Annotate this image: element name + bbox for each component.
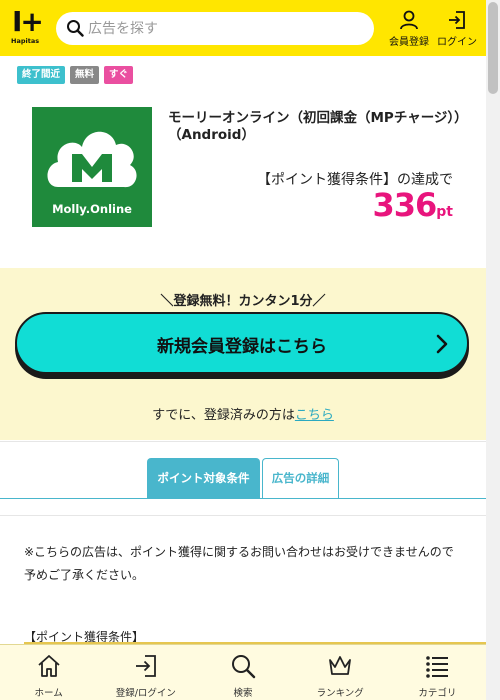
login-icon [135,655,156,677]
header-register-button[interactable]: 会員登録 [386,10,432,50]
header-login-button[interactable]: ログイン [434,10,480,50]
tab-ad-details[interactable]: 広告の詳細 [262,458,339,498]
login-link[interactable]: こちら [295,408,334,423]
offer-tags: 終了間近 無料 すぐ [17,66,134,84]
nav-category-label: カテゴリ [418,688,457,699]
register-section: ＼登録無料！カンタン1分／ 新規会員登録はこちら すでに、登録済みの方はこちら [0,268,486,440]
nav-ranking[interactable]: ランキング [292,645,389,700]
divider [0,515,486,516]
home-icon [37,655,60,677]
crown-icon [329,656,352,675]
molly-logo-icon: Molly.Online [32,107,152,227]
notice-text: ※こちらの広告は、ポイント獲得に関するお問い合わせはお受けできませんので予めご了… [24,545,454,582]
search-input[interactable] [88,16,358,41]
register-button[interactable]: 新規会員登録はこちら [15,312,469,374]
user-icon [400,10,418,30]
hapitas-logo[interactable]: I+ Hapitas [10,8,46,48]
tag-free: 無料 [70,66,100,84]
tab-underline [0,498,486,499]
nav-home-label: ホーム [34,688,63,699]
logo-wordmark: Hapitas [11,37,40,45]
search-icon [232,655,256,679]
scrollbar-thumb[interactable] [488,2,498,94]
register-lead: ＼登録無料！カンタン1分／ [160,294,326,309]
chevron-right-icon [436,334,448,354]
tag-ending-soon: 終了間近 [17,66,66,84]
points-value: 336 [372,186,437,224]
list-icon [426,656,449,678]
nav-home[interactable]: ホーム [0,645,97,700]
already-registered: すでに、登録済みの方はこちら [0,404,486,423]
search-icon[interactable] [66,19,84,37]
nav-search[interactable]: 検索 [194,645,291,700]
divider [0,441,486,442]
header: I+ Hapitas 会員登録 ログイン [0,0,486,56]
tab-point-conditions[interactable]: ポイント対象条件 [147,458,260,498]
login-icon [449,11,465,29]
search-bar[interactable] [56,12,374,45]
page: I+ Hapitas 会員登録 ログイン [0,0,500,700]
nav-ranking-label: ランキング [316,688,364,699]
offer-title: モーリーオンライン（初回課金（MPチャージ））（Android） [168,110,461,143]
points-unit: pt [436,204,453,220]
offer-logo-text: Molly.Online [52,202,132,216]
header-register-label: 会員登録 [389,37,429,48]
header-login-label: ログイン [437,37,477,48]
register-button-label: 新規会員登録はこちら [157,337,327,357]
logo-mark: I+ [12,5,44,38]
already-registered-text: すでに、登録済みの方は [152,408,295,423]
nav-register-login[interactable]: 登録/ログイン [97,645,194,700]
nav-category[interactable]: カテゴリ [389,645,486,700]
tag-instant: すぐ [104,66,134,84]
offer-logo: Molly.Online [32,107,152,227]
nav-register-login-label: 登録/ログイン [115,688,176,699]
scrollbar[interactable] [486,0,500,700]
nav-search-label: 検索 [233,688,253,699]
bottom-nav: ホーム 登録/ログイン 検索 ランキング カテゴリ [0,644,486,700]
offer-points: 336pt [300,186,453,224]
